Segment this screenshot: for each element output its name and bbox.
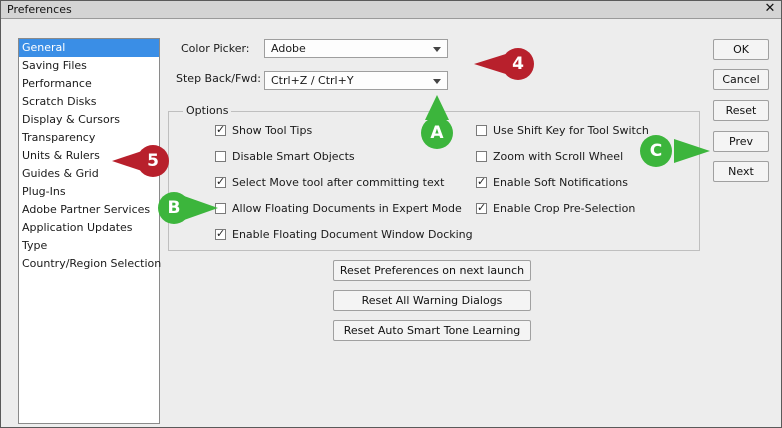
callout-badge-a: A [421,117,453,149]
callout-badge-4: 4 [502,48,534,80]
callout-arrows [112,52,710,220]
callout-badge-c: C [640,135,672,167]
callout-c-pointer [674,139,710,163]
callout-badge-b: B [158,192,190,224]
callout-badge-5: 5 [137,145,169,177]
